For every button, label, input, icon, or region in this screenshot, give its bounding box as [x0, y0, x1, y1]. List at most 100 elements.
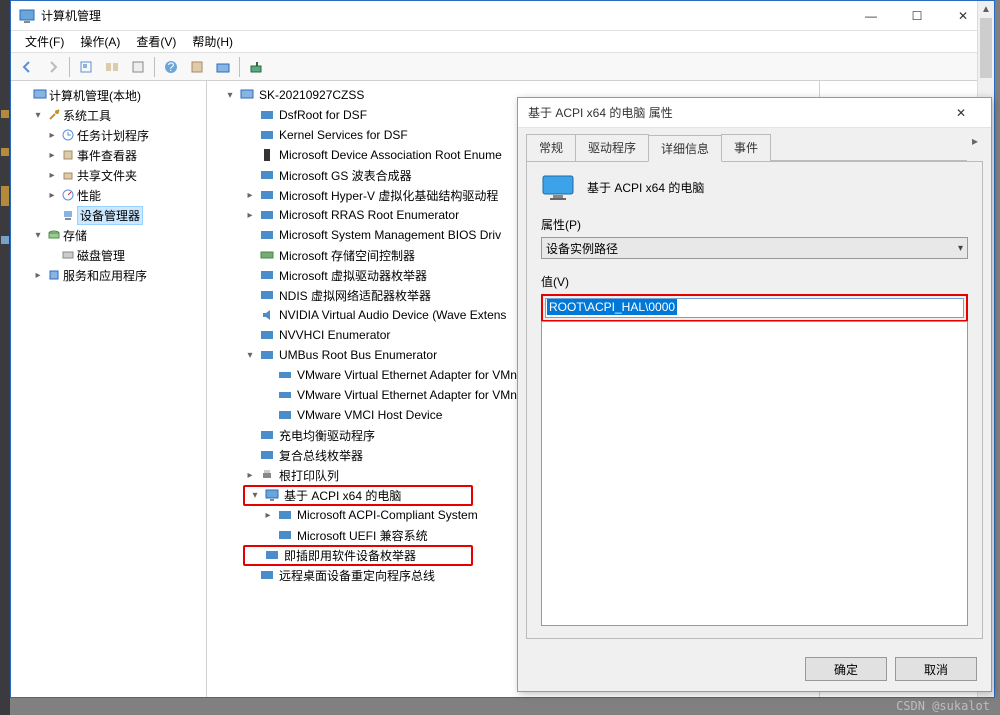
- tree-item[interactable]: 共享文件夹: [77, 167, 137, 184]
- collapse-icon[interactable]: ▾: [223, 90, 237, 101]
- disk-icon: [59, 247, 77, 263]
- navigation-tree[interactable]: 计算机管理(本地) ▾ 系统工具 ▸ 任务计划程序 ▸ 事件查看器 ▸ 共享文件夹 ▸ 性…: [11, 81, 207, 697]
- device-pnp[interactable]: 即插即用软件设备枚举器: [282, 547, 418, 564]
- device-item[interactable]: Kernel Services for DSF: [277, 128, 410, 142]
- device-icon: [275, 409, 295, 421]
- device-item[interactable]: Microsoft ACPI-Compliant System: [295, 508, 480, 522]
- titlebar[interactable]: 计算机管理 — ☐ ✕: [11, 1, 994, 31]
- device-root[interactable]: SK-20210927CZSS: [257, 88, 366, 102]
- maximize-button[interactable]: ☐: [894, 1, 940, 31]
- device-item[interactable]: VMware VMCI Host Device: [295, 408, 444, 422]
- expand-icon[interactable]: ▸: [45, 150, 59, 161]
- expand-icon[interactable]: ▸: [31, 270, 45, 281]
- device-item[interactable]: VMware Virtual Ethernet Adapter for VMn: [295, 388, 519, 402]
- toolbar-button-5[interactable]: [211, 55, 235, 79]
- toolbar-button-2[interactable]: [100, 55, 124, 79]
- expand-icon[interactable]: ▸: [243, 210, 257, 221]
- expand-icon[interactable]: ▸: [261, 510, 275, 521]
- device-item[interactable]: Microsoft 虚拟驱动器枚举器: [277, 267, 429, 284]
- toolbar-button-3[interactable]: [126, 55, 150, 79]
- tab-scroll-icon[interactable]: ▸: [967, 134, 983, 161]
- services-icon: [45, 267, 63, 283]
- expand-icon[interactable]: ▸: [45, 190, 59, 201]
- tree-item[interactable]: 事件查看器: [77, 147, 137, 164]
- monitor-icon: [262, 489, 282, 501]
- cancel-button[interactable]: 取消: [895, 657, 977, 681]
- expand-icon[interactable]: ▾: [31, 230, 45, 241]
- expand-icon[interactable]: ▾: [31, 110, 45, 121]
- device-item[interactable]: Microsoft Hyper-V 虚拟化基础结构驱动程: [277, 187, 500, 204]
- device-item[interactable]: 复合总线枚举器: [277, 447, 365, 464]
- tree-systools[interactable]: 系统工具: [63, 107, 111, 124]
- menu-view[interactable]: 查看(V): [128, 31, 184, 52]
- forward-button[interactable]: [41, 55, 65, 79]
- device-item[interactable]: 远程桌面设备重定向程序总线: [277, 567, 437, 584]
- menu-file[interactable]: 文件(F): [17, 31, 72, 52]
- device-item[interactable]: Microsoft 存储空间控制器: [277, 247, 417, 264]
- computer-icon: [237, 89, 257, 101]
- minimize-button[interactable]: —: [848, 1, 894, 31]
- tools-icon: [45, 107, 63, 123]
- device-item[interactable]: 根打印队列: [277, 467, 341, 484]
- device-icon: [257, 148, 277, 162]
- device-item[interactable]: Microsoft GS 波表合成器: [277, 167, 414, 184]
- device-item[interactable]: VMware Virtual Ethernet Adapter for VMn: [295, 368, 519, 382]
- property-dropdown[interactable]: 设备实例路径 ▾: [541, 237, 968, 259]
- menubar: 文件(F) 操作(A) 查看(V) 帮助(H): [11, 31, 994, 53]
- tree-storage[interactable]: 存储: [63, 227, 87, 244]
- device-item[interactable]: NDIS 虚拟网络适配器枚举器: [277, 287, 433, 304]
- collapse-icon[interactable]: ▾: [248, 490, 262, 501]
- tree-item[interactable]: 性能: [77, 187, 101, 204]
- network-icon: [275, 369, 295, 381]
- collapse-icon[interactable]: ▾: [243, 350, 257, 361]
- device-item[interactable]: Microsoft Device Association Root Enume: [277, 148, 504, 162]
- expand-icon[interactable]: ▸: [243, 470, 257, 481]
- device-acpi[interactable]: 基于 ACPI x64 的电脑: [282, 487, 403, 504]
- device-icon: [262, 549, 282, 561]
- property-label: 属性(P): [541, 216, 968, 233]
- property-selected: 设备实例路径: [546, 240, 618, 257]
- tree-device-manager[interactable]: 设备管理器: [77, 206, 143, 225]
- device-icon: [257, 289, 277, 301]
- help-button[interactable]: ?: [159, 55, 183, 79]
- expand-icon[interactable]: ▸: [243, 190, 257, 201]
- expand-icon[interactable]: ▸: [45, 130, 59, 141]
- device-item[interactable]: 充电均衡驱动程序: [277, 427, 377, 444]
- ok-button[interactable]: 确定: [805, 657, 887, 681]
- dialog-close-button[interactable]: ✕: [941, 106, 981, 120]
- device-item[interactable]: Microsoft UEFI 兼容系统: [295, 527, 430, 544]
- device-item[interactable]: DsfRoot for DSF: [277, 108, 369, 122]
- scroll-up-icon[interactable]: ▲: [978, 1, 994, 18]
- toolbar-button-6[interactable]: [244, 55, 268, 79]
- dialog-titlebar[interactable]: 基于 ACPI x64 的电脑 属性 ✕: [518, 98, 991, 128]
- expand-icon[interactable]: ▸: [45, 170, 59, 181]
- device-item[interactable]: Microsoft System Management BIOS Driv: [277, 228, 503, 242]
- highlight-box: ▾ 基于 ACPI x64 的电脑: [243, 485, 473, 506]
- tab-driver[interactable]: 驱动程序: [575, 134, 649, 161]
- monitor-icon: [541, 174, 575, 200]
- tab-general[interactable]: 常规: [526, 134, 576, 161]
- tab-events[interactable]: 事件: [721, 134, 771, 161]
- device-icon: [257, 169, 277, 181]
- device-item[interactable]: NVVHCI Enumerator: [277, 328, 392, 342]
- tree-item[interactable]: 任务计划程序: [77, 127, 149, 144]
- external-sidebar: [0, 0, 10, 715]
- device-item[interactable]: Microsoft RRAS Root Enumerator: [277, 208, 461, 222]
- device-icon: [275, 509, 295, 521]
- device-umbus[interactable]: UMBus Root Bus Enumerator: [277, 348, 439, 362]
- scroll-thumb[interactable]: [980, 18, 992, 78]
- menu-action[interactable]: 操作(A): [72, 31, 128, 52]
- menu-help[interactable]: 帮助(H): [184, 31, 241, 52]
- tree-root[interactable]: 计算机管理(本地): [49, 87, 141, 104]
- value-list-area[interactable]: [541, 321, 968, 626]
- value-text[interactable]: ROOT\ACPI_HAL\0000: [547, 299, 677, 315]
- device-icon: [257, 269, 277, 281]
- tree-item[interactable]: 磁盘管理: [77, 247, 125, 264]
- value-listbox[interactable]: ROOT\ACPI_HAL\0000: [545, 298, 964, 318]
- tab-details[interactable]: 详细信息: [648, 135, 722, 162]
- back-button[interactable]: [15, 55, 39, 79]
- device-item[interactable]: NVIDIA Virtual Audio Device (Wave Extens: [277, 308, 508, 322]
- toolbar-button-4[interactable]: [185, 55, 209, 79]
- tree-services[interactable]: 服务和应用程序: [63, 267, 147, 284]
- toolbar-button-1[interactable]: [74, 55, 98, 79]
